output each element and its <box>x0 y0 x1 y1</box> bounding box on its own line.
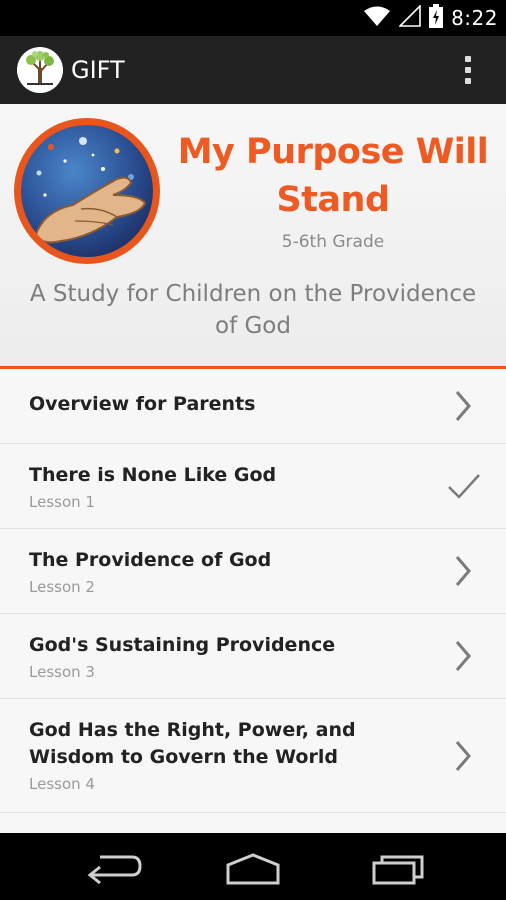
list-item-subtitle: Lesson 2 <box>29 578 95 596</box>
status-bar: 8:22 <box>0 0 506 36</box>
book-subtitle: A Study for Children on the Providence o… <box>29 281 477 339</box>
list-item-subtitle: Lesson 4 <box>29 775 95 793</box>
chevron-right-icon <box>448 739 478 773</box>
list-item-title: God Has the Right, Power, and Wisdom to … <box>29 719 356 768</box>
chevron-right-icon <box>448 639 478 673</box>
list-item-subtitle: Lesson 1 <box>29 493 95 511</box>
list-item-title: There is None Like God <box>29 464 277 486</box>
status-time: 8:22 <box>451 6 498 30</box>
tree-logo-icon <box>23 50 57 90</box>
recent-apps-icon[interactable] <box>366 847 436 887</box>
overflow-menu-icon[interactable] <box>458 54 478 86</box>
list-item-title: Overview for Parents <box>29 393 256 415</box>
book-title: My Purpose Will Stand <box>177 132 489 220</box>
home-icon[interactable] <box>218 847 288 887</box>
wifi-icon <box>363 5 391 31</box>
action-bar: GIFT <box>0 36 506 104</box>
battery-charging-icon <box>429 4 444 32</box>
list-item-title: The Providence of God <box>29 549 272 571</box>
list-item-title: God's Sustaining Providence <box>29 634 336 656</box>
navigation-bar <box>0 833 506 900</box>
list-item-overview[interactable]: Overview for Parents <box>0 369 506 444</box>
cover-image-frame <box>14 118 160 264</box>
lesson-list: Overview for Parents There is None Like … <box>0 369 506 833</box>
cover-image <box>21 125 153 257</box>
title-block: My Purpose Will Stand 5-6th Grade <box>170 128 496 252</box>
list-item-lesson-1[interactable]: There is None Like God Lesson 1 <box>0 444 506 529</box>
chevron-right-icon <box>448 389 478 423</box>
grade-label: 5-6th Grade <box>281 232 385 252</box>
list-item-lesson-3[interactable]: God's Sustaining Providence Lesson 3 <box>0 614 506 699</box>
app-logo[interactable] <box>17 47 63 93</box>
list-item-lesson-4[interactable]: God Has the Right, Power, and Wisdom to … <box>0 699 506 813</box>
list-item-lesson-2[interactable]: The Providence of God Lesson 2 <box>0 529 506 614</box>
book-header: My Purpose Will Stand 5-6th Grade A Stud… <box>0 104 506 368</box>
back-icon[interactable] <box>78 847 148 887</box>
checkmark-icon <box>446 469 482 503</box>
chevron-right-icon <box>448 554 478 588</box>
cell-signal-icon <box>398 4 421 31</box>
app-title: GIFT <box>71 56 125 84</box>
status-icons: 8:22 <box>363 0 498 36</box>
list-item-subtitle: Lesson 3 <box>29 663 95 681</box>
